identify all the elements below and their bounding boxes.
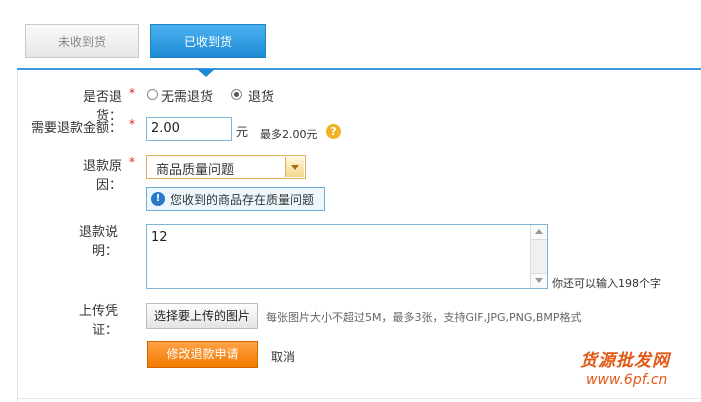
radio-return[interactable] — [231, 89, 242, 100]
refund-reason-label: 退款原因： — [82, 159, 122, 193]
chevron-down-icon[interactable] — [285, 157, 304, 177]
max-amount-hint: 最多2.00元 — [260, 128, 318, 141]
upload-hint: 每张图片大小不超过5M，最多3张，支持GIF,JPG,PNG,BMP格式 — [266, 311, 582, 324]
scroll-down-icon[interactable] — [531, 273, 547, 288]
radio-return-label[interactable]: 退货 — [248, 86, 274, 105]
tab-divider — [17, 68, 701, 70]
watermark-url: www.6pf.cn — [586, 372, 668, 388]
refund-note-textarea[interactable]: 12 — [146, 224, 548, 289]
refund-amount-label: 需要退款金额： — [30, 121, 122, 136]
upload-label: 上传凭证： — [78, 304, 118, 338]
submit-refund-button[interactable]: 修改退款申请 — [147, 341, 258, 368]
required-mark: * — [129, 117, 135, 131]
cancel-link[interactable]: 取消 — [271, 348, 295, 365]
choose-image-button[interactable]: 选择要上传的图片 — [146, 303, 258, 329]
refund-reason-value: 商品质量问题 — [156, 163, 235, 178]
currency-unit: 元 — [236, 125, 249, 139]
tab-not-received[interactable]: 未收到货 — [25, 24, 139, 58]
required-mark: * — [129, 155, 135, 169]
textarea-scrollbar[interactable] — [530, 225, 547, 288]
refund-reason-select[interactable]: 商品质量问题 — [146, 155, 306, 179]
reason-notice-text: 您收到的商品存在质量问题 — [170, 193, 315, 207]
panel-border — [17, 70, 18, 402]
refund-note-value: 12 — [151, 230, 168, 245]
radio-no-return[interactable] — [147, 89, 158, 100]
refund-amount-input[interactable]: 2.00 — [146, 117, 232, 141]
scroll-up-icon[interactable] — [531, 225, 547, 240]
bottom-divider — [17, 398, 701, 399]
radio-no-return-label[interactable]: 无需退货 — [161, 86, 213, 105]
tab-received[interactable]: 已收到货 — [150, 24, 266, 58]
required-mark: * — [129, 86, 135, 100]
char-counter: 你还可以输入198个字 — [552, 277, 661, 290]
active-tab-pointer — [197, 69, 215, 77]
reason-notice: ! 您收到的商品存在质量问题 — [146, 187, 325, 211]
refund-note-label: 退款说明： — [78, 225, 118, 259]
help-icon[interactable]: ? — [326, 124, 341, 139]
watermark-title: 货源批发网 — [580, 351, 670, 371]
info-icon: ! — [151, 192, 165, 206]
